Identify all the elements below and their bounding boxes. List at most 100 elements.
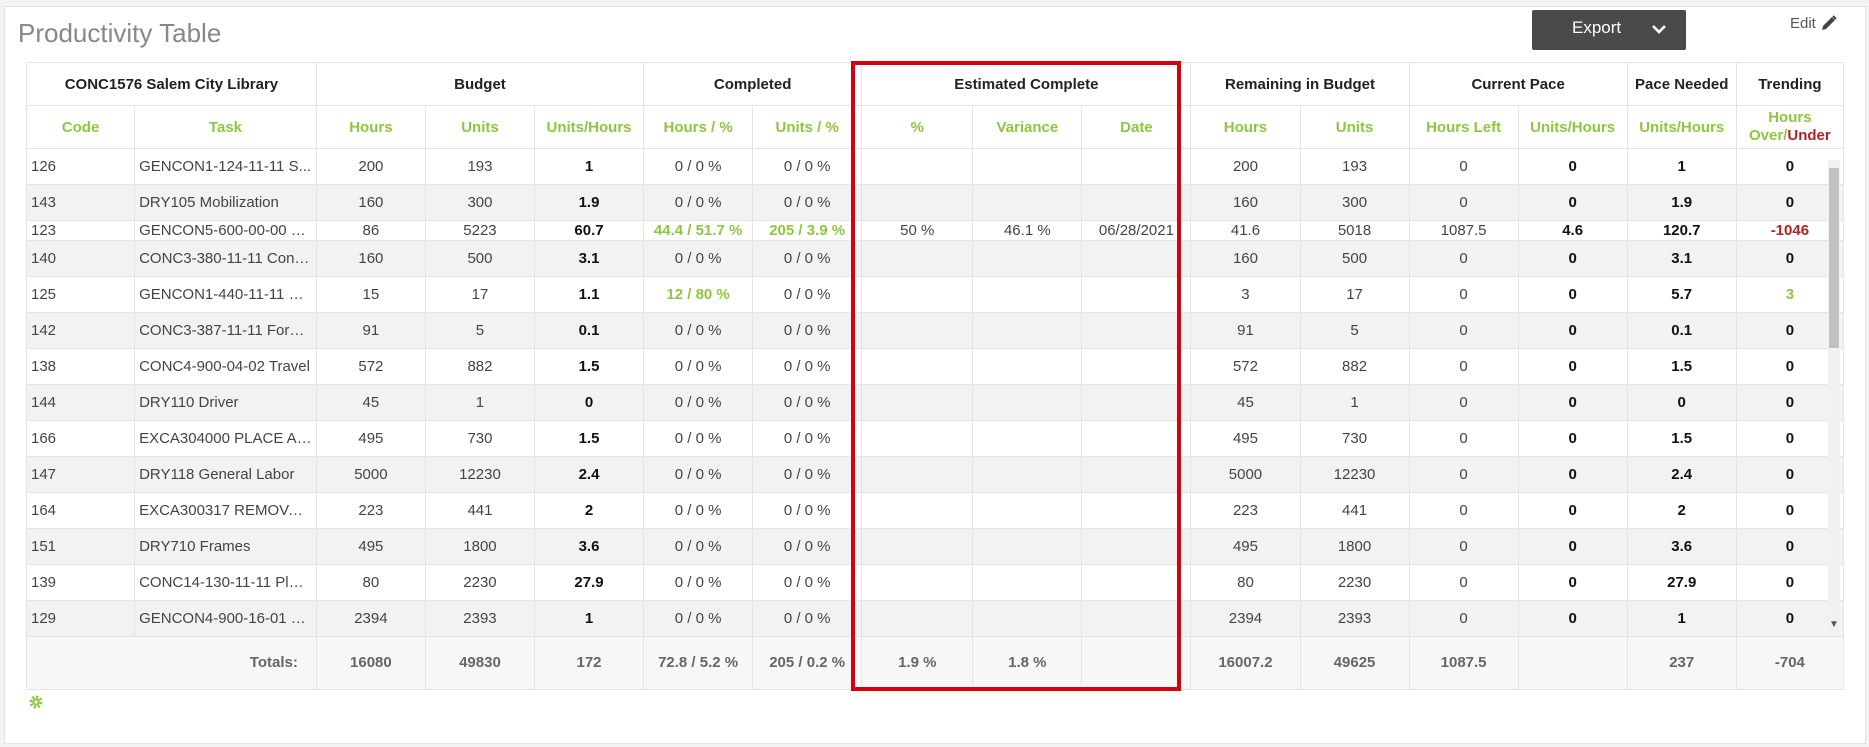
cell-ru: 17	[1299, 276, 1410, 313]
col-estimated-variance[interactable]: Variance	[972, 105, 1083, 149]
cell-uph: 60.7	[533, 220, 645, 241]
table-row[interactable]: 151 DRY710 Frames 495 1800 3.6 0 / 0 % 0 / 0 %…	[25, 528, 1845, 565]
cell-code: 129	[25, 600, 136, 637]
cell-hpct: 0 / 0 %	[643, 600, 754, 637]
cell-rh: 495	[1190, 420, 1301, 457]
table-row[interactable]: 144 DRY110 Driver 45 1 0 0 / 0 % 0 / 0 % 45 1 0 0 0…	[25, 384, 1845, 421]
cell-pnu: 2.4	[1626, 456, 1737, 493]
cell-cpu: 0	[1517, 312, 1628, 349]
table-row[interactable]: 142 CONC3-387-11-11 Form... 91 5 0.1 0 / 0 % 0…	[25, 312, 1845, 349]
cell-pnu: 1.5	[1626, 348, 1737, 385]
cell-units: 2393	[424, 600, 535, 637]
cell-uph: 1.9	[533, 184, 645, 221]
table-row[interactable]: 166 EXCA304000 PLACE ASP... 495 730 1.5 0 / 0…	[25, 420, 1845, 457]
cell-hours: 495	[315, 528, 426, 565]
cell-task: GENCON4-900-16-01 B...	[134, 600, 317, 637]
col-remaining-hours[interactable]: Hours	[1190, 105, 1301, 149]
cell-hl: 0	[1408, 528, 1519, 565]
productivity-table: CONC1576 Salem City Library Budget Compl…	[25, 62, 1845, 690]
table-row[interactable]: 140 CONC3-380-11-11 Conc... 160 500 3.1 0 / 0…	[25, 240, 1845, 277]
col-current-pace-units-hours[interactable]: Units/Hours	[1517, 105, 1628, 149]
col-budget-hours[interactable]: Hours	[315, 105, 426, 149]
edit-button[interactable]: Edit	[1790, 14, 1838, 32]
table-row[interactable]: 129 GENCON4-900-16-01 B... 2394 2393 1 0 / 0 …	[25, 600, 1845, 637]
table-row[interactable]: 123 GENCON5-600-00-00 Pl... 86 5223 60.7 44.4…	[25, 220, 1845, 241]
cell-cpu: 0	[1517, 276, 1628, 313]
cell-rh: 200	[1190, 148, 1301, 185]
cell-pct	[861, 528, 974, 565]
cell-pnu: 3.6	[1626, 528, 1737, 565]
table-row[interactable]: 147 DRY118 General Labor 5000 12230 2.4 0 / 0…	[25, 456, 1845, 493]
table-scrollbar[interactable]: ▼	[1828, 160, 1840, 630]
cell-pnu: 1	[1626, 148, 1737, 185]
table-row[interactable]: 143 DRY105 Mobilization 160 300 1.9 0 / 0 % 0 …	[25, 184, 1845, 221]
cell-pnu: 2	[1626, 492, 1737, 529]
cell-pct	[861, 600, 974, 637]
cell-pct	[861, 276, 974, 313]
cell-var	[972, 240, 1083, 277]
scroll-down-arrow-icon[interactable]: ▼	[1829, 619, 1839, 630]
cell-cpu: 0	[1517, 420, 1628, 457]
export-button[interactable]: Export	[1532, 10, 1686, 50]
cell-units: 441	[424, 492, 535, 529]
cell-hl: 0	[1408, 456, 1519, 493]
col-estimated-pct[interactable]: %	[861, 105, 974, 149]
cell-ru: 1	[1299, 384, 1410, 421]
cell-code: 151	[25, 528, 136, 565]
cell-var	[972, 348, 1083, 385]
cell-units: 193	[424, 148, 535, 185]
chevron-down-icon	[1652, 25, 1666, 34]
cell-hours: 45	[315, 384, 426, 421]
col-remaining-units[interactable]: Units	[1299, 105, 1410, 149]
cell-date	[1081, 420, 1192, 457]
gear-icon[interactable]	[28, 694, 44, 710]
col-code[interactable]: Code	[25, 105, 136, 149]
cell-code: 138	[25, 348, 136, 385]
cell-var	[972, 420, 1083, 457]
cell-hpct: 0 / 0 %	[643, 184, 754, 221]
cell-var	[972, 184, 1083, 221]
group-remaining: Remaining in Budget	[1190, 62, 1410, 106]
col-trending[interactable]: Hours Over/Under	[1735, 105, 1845, 149]
cell-task: EXCA300317 REMOVAL ...	[134, 492, 317, 529]
table-row[interactable]: 139 CONC14-130-11-11 Plac... 80 2230 27.9 0 /…	[25, 564, 1845, 601]
col-budget-units-hours[interactable]: Units/Hours	[533, 105, 645, 149]
total-units: 49830	[424, 636, 535, 690]
cell-var	[972, 384, 1083, 421]
cell-date	[1081, 240, 1192, 277]
cell-upct: 0 / 0 %	[752, 384, 863, 421]
group-completed: Completed	[643, 62, 863, 106]
table-row[interactable]: 125 GENCON1-440-11-11 ST... 15 17 1.1 12 / 80…	[25, 276, 1845, 313]
col-estimated-date[interactable]: Date	[1081, 105, 1192, 149]
cell-pnu: 0.1	[1626, 312, 1737, 349]
col-pace-needed-units-hours[interactable]: Units/Hours	[1626, 105, 1737, 149]
col-budget-units[interactable]: Units	[424, 105, 535, 149]
cell-rh: 41.6	[1190, 220, 1301, 241]
cell-pct	[861, 184, 974, 221]
cell-pnu: 1	[1626, 600, 1737, 637]
total-estimated-pct: 1.9 %	[861, 636, 974, 690]
page-title: Productivity Table	[18, 18, 222, 48]
scrollbar-thumb[interactable]	[1829, 168, 1839, 348]
cell-hours: 223	[315, 492, 426, 529]
cell-pnu: 27.9	[1626, 564, 1737, 601]
col-completed-units-pct[interactable]: Units / %	[752, 105, 863, 149]
cell-units: 5	[424, 312, 535, 349]
col-hours-left[interactable]: Hours Left	[1408, 105, 1519, 149]
cell-upct: 0 / 0 %	[752, 148, 863, 185]
cell-code: 123	[25, 220, 136, 241]
cell-date	[1081, 312, 1192, 349]
table-row[interactable]: 138 CONC4-900-04-02 Travel 572 882 1.5 0 / 0 …	[25, 348, 1845, 385]
cell-date: 06/28/2021	[1081, 220, 1192, 241]
cell-pnu: 120.7	[1626, 220, 1737, 241]
table-row[interactable]: 164 EXCA300317 REMOVAL ... 223 441 2 0 / 0 % 0…	[25, 492, 1845, 529]
cell-task: EXCA304000 PLACE ASP...	[134, 420, 317, 457]
col-task[interactable]: Task	[134, 105, 317, 149]
cell-date	[1081, 384, 1192, 421]
table-row[interactable]: 126 GENCON1-124-11-11 S... 200 193 1 0 / 0 % 0…	[25, 148, 1845, 185]
cell-var	[972, 492, 1083, 529]
cell-uph: 1	[533, 600, 645, 637]
col-completed-hours-pct[interactable]: Hours / %	[643, 105, 754, 149]
cell-units: 5223	[424, 220, 535, 241]
cell-upct: 205 / 3.9 %	[752, 220, 863, 241]
